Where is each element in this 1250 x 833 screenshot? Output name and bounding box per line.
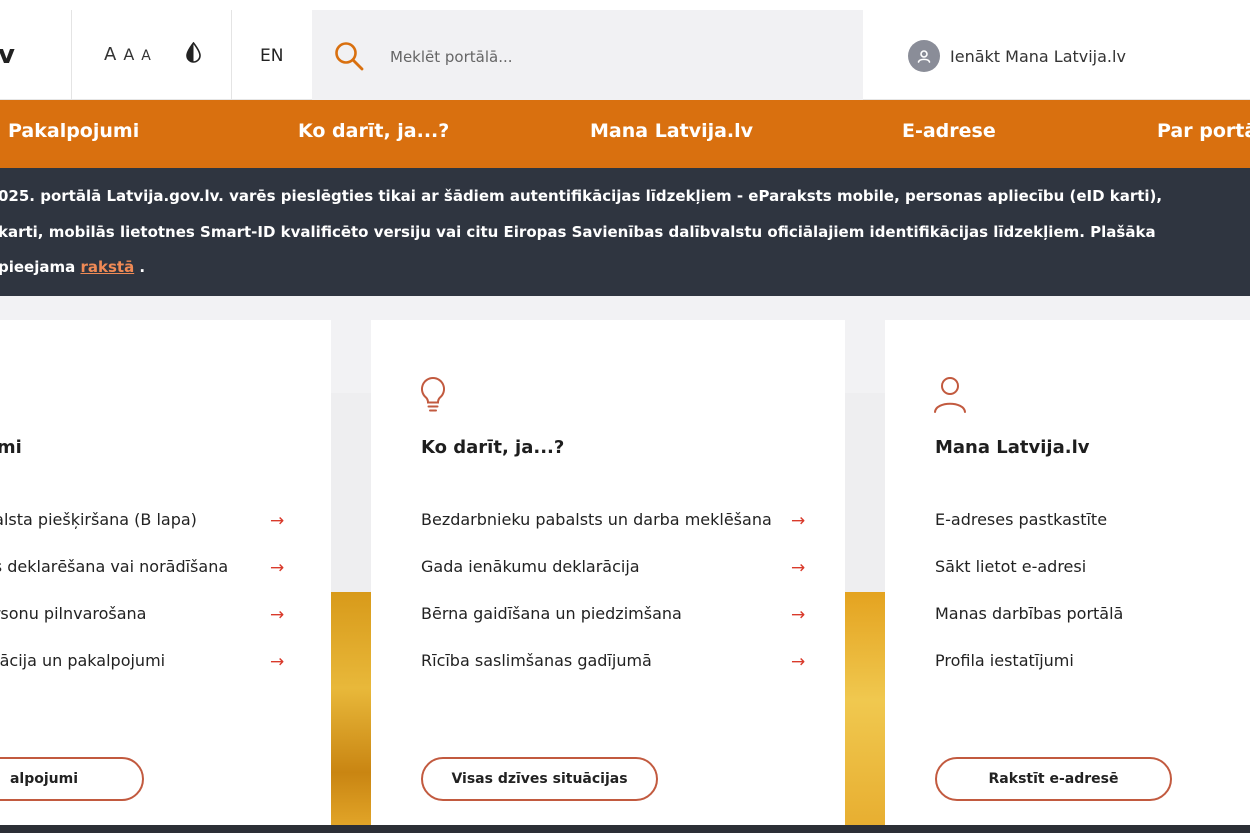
top-header: v A A A EN Ienākt Mana Latvija.lv [0,0,1250,100]
contrast-icon[interactable] [185,42,202,63]
card-title: Mana Latvija.lv [935,437,1089,458]
list-item-label: Sākt lietot e-adresi [935,557,1086,576]
list-item-label: Rīcība saslimšanas gadījumā [421,651,652,670]
list-item[interactable]: Bezdarbnieku pabalsts un darba meklēšana… [421,510,772,557]
write-e-address-button[interactable]: Rakstīt e-adresē [935,757,1172,801]
list-item[interactable]: ersonu pilnvarošana→ [0,604,228,651]
list-item[interactable]: mācija un pakalpojumi→ [0,651,228,698]
all-life-situations-button[interactable]: Visas dzīves situācijas [421,757,658,801]
list-item-label: as deklarēšana vai norādīšana [0,557,228,576]
font-size-medium-button[interactable]: A [123,45,134,64]
font-size-controls: A A A [104,44,151,65]
list-item[interactable]: Sākt lietot e-adresi [935,557,1123,604]
login-link[interactable]: Ienākt Mana Latvija.lv [908,40,1126,72]
user-avatar-icon [908,40,940,72]
nav-item-ko-darit[interactable]: Ko darīt, ja...? [298,120,449,142]
search-bar [312,10,863,100]
list-item[interactable]: balsta piešķiršana (B lapa)→ [0,510,228,557]
notice-line: karti, mobilās lietotnes Smart-ID kvalif… [0,223,1156,241]
nav-item-e-adrese[interactable]: E-adrese [902,120,996,142]
site-logo[interactable]: v [0,40,14,70]
arrow-right-icon: → [270,652,284,672]
arrow-right-icon: → [270,511,284,531]
lightbulb-icon [419,376,447,414]
list-item[interactable]: as deklarēšana vai norādīšana→ [0,557,228,604]
notice-line: pieejama rakstā . [0,258,145,276]
list-item-label: ersonu pilnvarošana [0,604,146,623]
arrow-right-icon: → [791,511,805,531]
list-item[interactable]: Gada ienākumu deklarācija→ [421,557,772,604]
arrow-right-icon: → [270,558,284,578]
nav-item-pakalpojumi[interactable]: Pakalpojumi [8,120,139,142]
list-item[interactable]: Bērna gaidīšana un piedzimšana→ [421,604,772,651]
mana-latvija-card: Mana Latvija.lv E-adreses pastkastīte Sā… [885,320,1250,825]
card-title: Ko darīt, ja...? [421,437,564,458]
card-link-list: balsta piešķiršana (B lapa)→ as deklarēš… [0,510,228,698]
divider [71,10,72,100]
notice-line: 025. portālā Latvija.gov.lv. varēs piesl… [0,187,1162,205]
arrow-right-icon: → [270,605,284,625]
arrow-right-icon: → [791,558,805,578]
font-size-small-button[interactable]: A [141,48,151,64]
divider [231,10,232,100]
list-item[interactable]: E-adreses pastkastīte [935,510,1123,557]
list-item-label: balsta piešķiršana (B lapa) [0,510,197,529]
life-situations-card: Ko darīt, ja...? Bezdarbnieku pabalsts u… [371,320,845,825]
language-switch[interactable]: EN [260,46,283,66]
list-item[interactable]: Manas darbības portālā [935,604,1123,651]
notice-article-link[interactable]: rakstā [80,258,134,276]
list-item[interactable]: Rīcība saslimšanas gadījumā→ [421,651,772,698]
background-image [845,592,885,833]
main-navigation: Pakalpojumi Ko darīt, ja...? Mana Latvij… [0,100,1250,168]
all-services-button[interactable]: alpojumi [0,757,144,801]
nav-item-par-portalu[interactable]: Par portā [1157,120,1250,142]
services-card: umi balsta piešķiršana (B lapa)→ as dekl… [0,320,331,825]
background-image [331,592,371,833]
list-item[interactable]: Profila iestatījumi [935,651,1123,698]
nav-item-mana-latvija[interactable]: Mana Latvija.lv [590,120,753,142]
list-item-label: Bērna gaidīšana un piedzimšana [421,604,682,623]
arrow-right-icon: → [791,605,805,625]
list-item-label: Profila iestatījumi [935,651,1074,670]
footer-edge [0,825,1250,833]
card-title: umi [0,437,22,458]
card-link-list: E-adreses pastkastīte Sākt lietot e-adre… [935,510,1123,698]
card-link-list: Bezdarbnieku pabalsts un darba meklēšana… [421,510,772,698]
list-item-label: Gada ienākumu deklarācija [421,557,640,576]
person-icon [933,376,967,414]
notice-text: . [134,258,145,276]
list-item-label: E-adreses pastkastīte [935,510,1107,529]
search-input[interactable] [390,40,830,74]
list-item-label: mācija un pakalpojumi [0,651,165,670]
list-item-label: Manas darbības portālā [935,604,1123,623]
login-label: Ienākt Mana Latvija.lv [950,47,1126,66]
notice-text: pieejama [0,258,80,276]
notice-banner: 025. portālā Latvija.gov.lv. varēs piesl… [0,168,1250,296]
list-item-label: Bezdarbnieku pabalsts un darba meklēšana [421,510,772,529]
arrow-right-icon: → [791,652,805,672]
search-icon[interactable] [334,41,364,71]
font-size-large-button[interactable]: A [104,44,116,65]
